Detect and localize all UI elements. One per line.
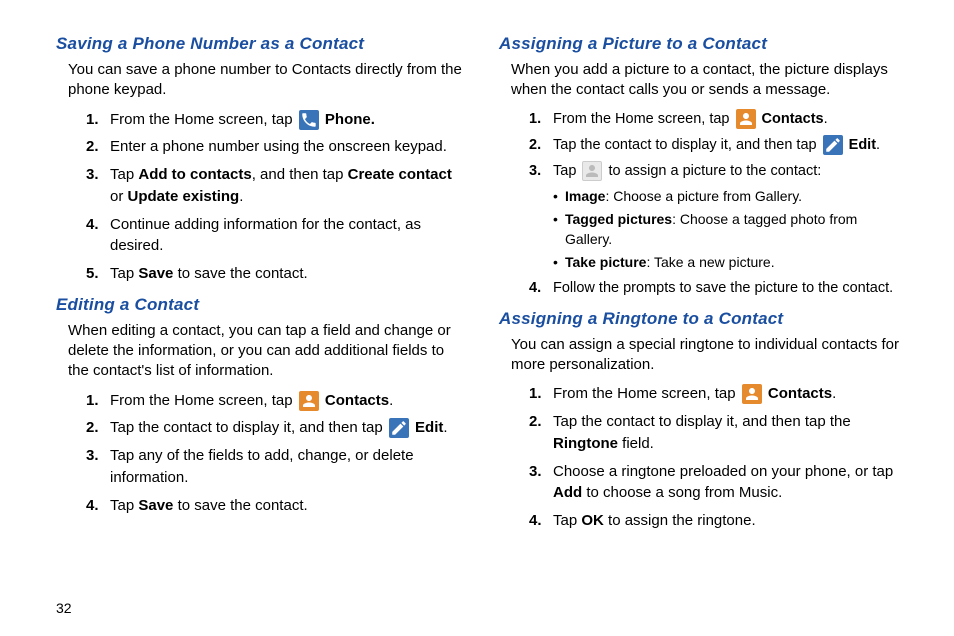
text: From the Home screen, tap bbox=[110, 392, 297, 409]
edit-icon bbox=[389, 418, 409, 438]
text: Tap bbox=[110, 497, 138, 514]
text: to assign a picture to the contact: bbox=[608, 163, 821, 179]
text: From the Home screen, tap bbox=[553, 111, 734, 127]
text-bold: Phone. bbox=[325, 111, 375, 128]
step: Tap to assign a picture to the contact: … bbox=[529, 161, 906, 273]
heading-assign-picture: Assigning a Picture to a Contact bbox=[499, 34, 906, 54]
intro-assign-ringtone: You can assign a special ringtone to ind… bbox=[511, 335, 906, 376]
text-bold: Contacts bbox=[762, 111, 824, 127]
step: From the Home screen, tap Contacts. bbox=[529, 383, 906, 405]
text-bold: Image bbox=[565, 188, 605, 204]
text-bold: OK bbox=[581, 512, 604, 529]
text: , and then tap bbox=[252, 166, 348, 183]
text: . bbox=[443, 419, 447, 436]
silhouette-icon bbox=[582, 161, 602, 181]
intro-edit-contact: When editing a contact, you can tap a fi… bbox=[68, 321, 463, 382]
text: . bbox=[876, 137, 880, 153]
step: Enter a phone number using the onscreen … bbox=[86, 136, 463, 158]
text: Tap the contact to display it, and then … bbox=[553, 137, 821, 153]
steps-save-phone: From the Home screen, tap Phone. Enter a… bbox=[86, 109, 463, 285]
text: Tap bbox=[110, 166, 138, 183]
step: Tap Add to contacts, and then tap Create… bbox=[86, 164, 463, 208]
text-bold: Tagged pictures bbox=[565, 211, 672, 227]
intro-save-phone: You can save a phone number to Contacts … bbox=[68, 60, 463, 101]
heading-assign-ringtone: Assigning a Ringtone to a Contact bbox=[499, 309, 906, 329]
text: Tap the contact to display it, and then … bbox=[553, 413, 851, 430]
text: field. bbox=[618, 435, 654, 452]
text-bold: Take picture bbox=[565, 254, 646, 270]
text: Tap bbox=[110, 265, 138, 282]
right-column: Assigning a Picture to a Contact When yo… bbox=[499, 34, 906, 588]
steps-assign-picture: From the Home screen, tap Contacts. Tap … bbox=[529, 109, 906, 299]
text: to save the contact. bbox=[173, 497, 307, 514]
sub-item: Tagged pictures: Choose a tagged photo f… bbox=[553, 209, 906, 250]
text: to choose a song from Music. bbox=[582, 484, 782, 501]
left-column: Saving a Phone Number as a Contact You c… bbox=[56, 34, 463, 588]
text-bold: Save bbox=[138, 265, 173, 282]
step: Tap Save to save the contact. bbox=[86, 263, 463, 285]
steps-edit-contact: From the Home screen, tap Contacts. Tap … bbox=[86, 390, 463, 517]
step: Tap any of the fields to add, change, or… bbox=[86, 445, 463, 489]
intro-assign-picture: When you add a picture to a contact, the… bbox=[511, 60, 906, 101]
phone-icon bbox=[299, 110, 319, 130]
text-bold: Create contact bbox=[348, 166, 452, 183]
sub-item: Take picture: Take a new picture. bbox=[553, 252, 906, 272]
contacts-icon bbox=[299, 391, 319, 411]
contacts-icon bbox=[742, 384, 762, 404]
step: Tap OK to assign the ringtone. bbox=[529, 510, 906, 532]
text-bold: Add bbox=[553, 484, 582, 501]
text-bold: Update existing bbox=[128, 188, 240, 205]
text: Choose a ringtone preloaded on your phon… bbox=[553, 463, 893, 480]
text: . bbox=[832, 385, 836, 402]
text-bold: Add to contacts bbox=[138, 166, 251, 183]
text: or bbox=[110, 188, 128, 205]
step: Continue adding information for the cont… bbox=[86, 214, 463, 258]
step: Follow the prompts to save the picture t… bbox=[529, 278, 906, 299]
text: From the Home screen, tap bbox=[110, 111, 297, 128]
text: Tap the contact to display it, and then … bbox=[110, 419, 387, 436]
text: . bbox=[824, 111, 828, 127]
text-bold: Contacts bbox=[768, 385, 832, 402]
text: Tap bbox=[553, 512, 581, 529]
step: Choose a ringtone preloaded on your phon… bbox=[529, 461, 906, 505]
text: . bbox=[239, 188, 243, 205]
text: to assign the ringtone. bbox=[604, 512, 756, 529]
step: From the Home screen, tap Contacts. bbox=[86, 390, 463, 412]
sub-item: Image: Choose a picture from Gallery. bbox=[553, 186, 906, 206]
text: : Take a new picture. bbox=[646, 254, 774, 270]
steps-assign-ringtone: From the Home screen, tap Contacts. Tap … bbox=[529, 383, 906, 532]
sublist: Image: Choose a picture from Gallery. Ta… bbox=[553, 186, 906, 273]
page-number: 32 bbox=[56, 588, 906, 616]
contacts-icon bbox=[736, 109, 756, 129]
text-bold: Ringtone bbox=[553, 435, 618, 452]
edit-icon bbox=[823, 135, 843, 155]
text-bold: Contacts bbox=[325, 392, 389, 409]
text-bold: Edit bbox=[415, 419, 443, 436]
heading-save-phone: Saving a Phone Number as a Contact bbox=[56, 34, 463, 54]
text: Tap bbox=[553, 163, 580, 179]
step: Tap the contact to display it, and then … bbox=[86, 417, 463, 439]
page-columns: Saving a Phone Number as a Contact You c… bbox=[56, 34, 906, 588]
text: : Choose a picture from Gallery. bbox=[605, 188, 802, 204]
text: to save the contact. bbox=[173, 265, 307, 282]
step: Tap the contact to display it, and then … bbox=[529, 135, 906, 156]
step: Tap Save to save the contact. bbox=[86, 495, 463, 517]
text: From the Home screen, tap bbox=[553, 385, 740, 402]
text-bold: Save bbox=[138, 497, 173, 514]
step: From the Home screen, tap Contacts. bbox=[529, 109, 906, 130]
text: . bbox=[389, 392, 393, 409]
heading-edit-contact: Editing a Contact bbox=[56, 295, 463, 315]
text-bold: Edit bbox=[849, 137, 876, 153]
step: Tap the contact to display it, and then … bbox=[529, 411, 906, 455]
step: From the Home screen, tap Phone. bbox=[86, 109, 463, 131]
